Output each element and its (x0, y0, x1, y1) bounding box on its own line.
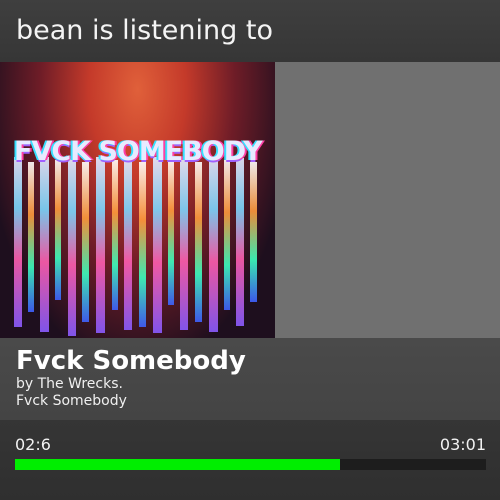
elapsed-time: 02:6 (15, 435, 51, 454)
progress-bar[interactable] (15, 459, 486, 470)
art-row: FVCK SOMEBODY (0, 62, 500, 338)
track-album: Fvck Somebody (16, 393, 127, 409)
header-bar: bean is listening to (0, 0, 500, 62)
track-artist: by The Wrecks. (16, 376, 123, 392)
total-time: 03:01 (439, 435, 486, 454)
album-art-drips (14, 157, 257, 336)
album-art-title: FVCK SOMEBODY (14, 136, 263, 167)
album-art: FVCK SOMEBODY (0, 62, 275, 338)
track-title: Fvck Somebody (16, 346, 246, 376)
listening-header: bean is listening to (16, 15, 273, 46)
progress-fill (15, 459, 340, 470)
now-playing-widget: bean is listening to FVCK SOMEBODY Fvck … (0, 0, 500, 500)
